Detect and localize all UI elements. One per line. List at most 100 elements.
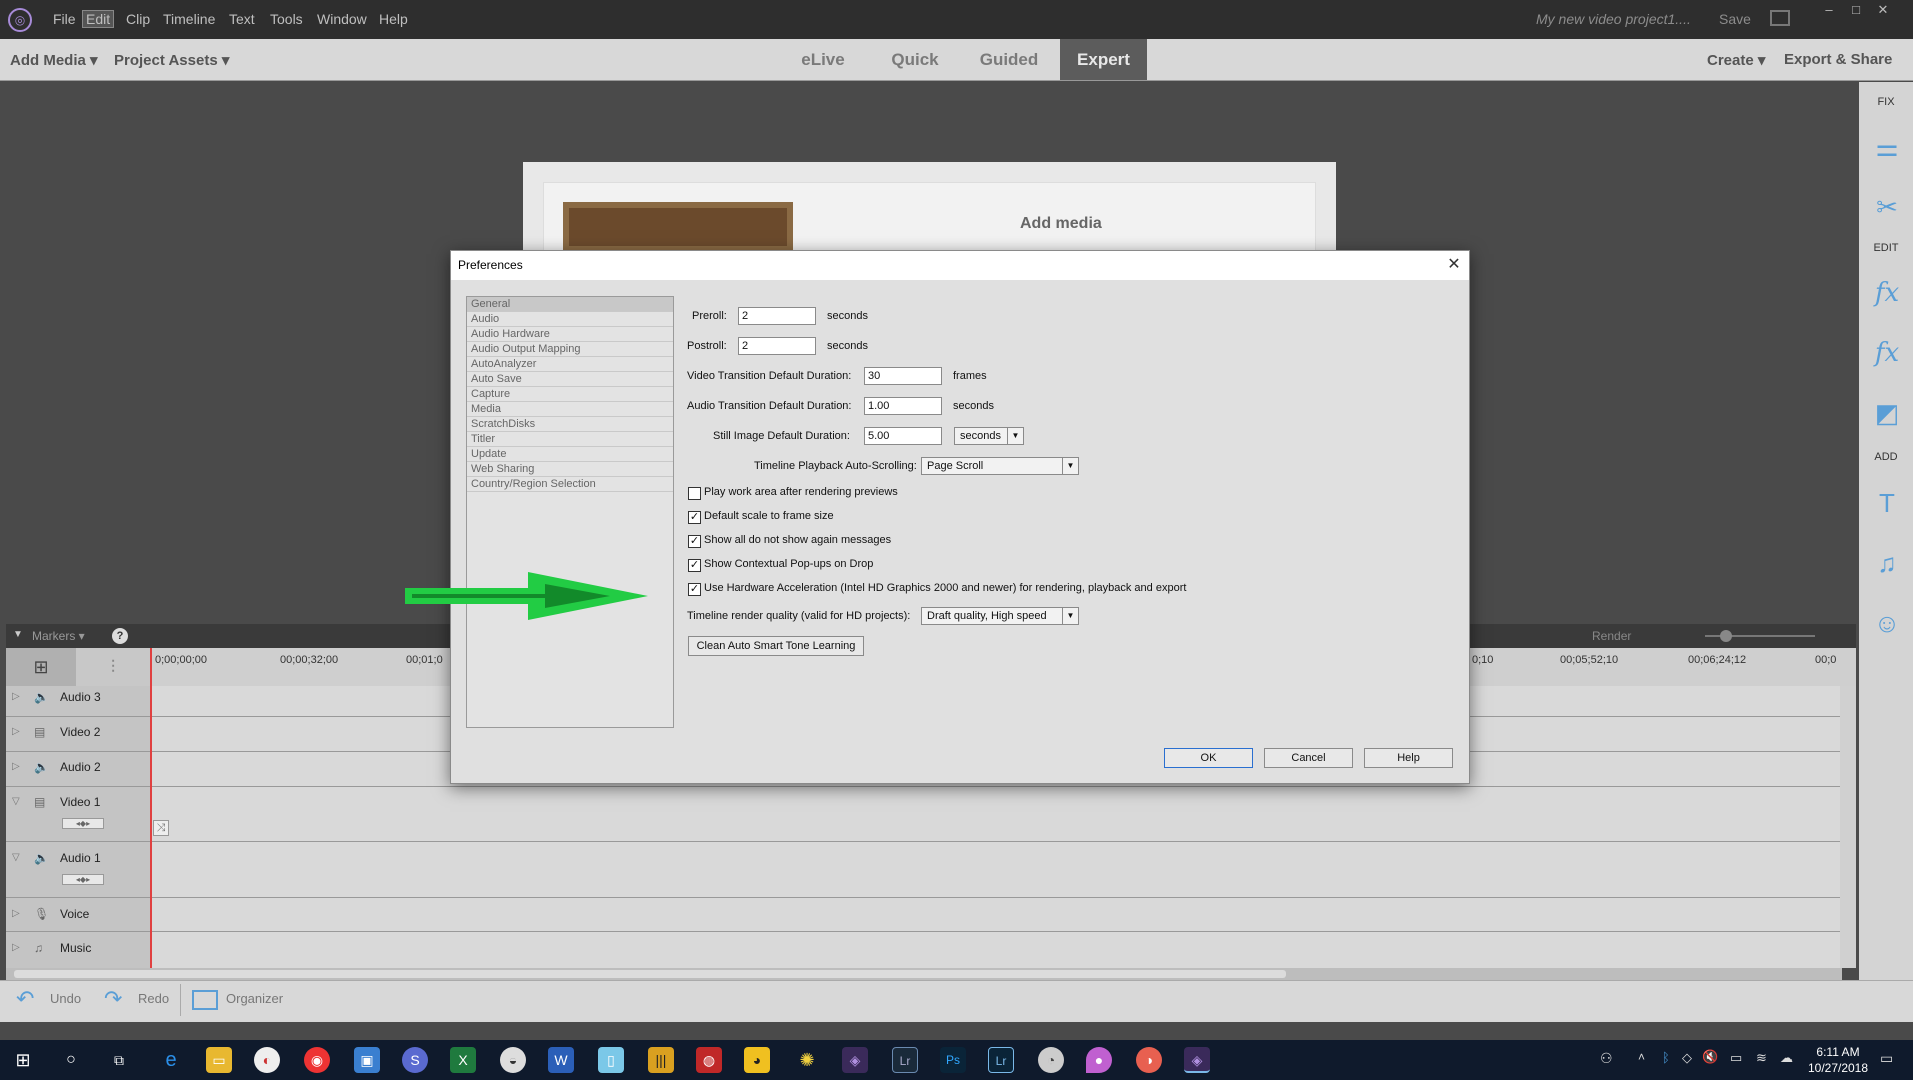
collapse-track-icon[interactable]: ▽: [12, 796, 20, 807]
checkbox-show-all-messages[interactable]: ✓: [688, 535, 701, 548]
minimize-icon[interactable]: –: [1816, 2, 1842, 18]
menu-help[interactable]: Help: [379, 11, 408, 27]
volume-muted-icon[interactable]: 🔇: [1702, 1049, 1718, 1065]
edge-icon[interactable]: e: [158, 1047, 184, 1073]
add-media-button[interactable]: Add Media ▾: [10, 51, 98, 69]
photoshop-icon[interactable]: Ps: [940, 1047, 966, 1073]
excel-icon[interactable]: X: [450, 1047, 476, 1073]
ok-button[interactable]: OK: [1164, 748, 1253, 768]
category-titler[interactable]: Titler: [467, 432, 673, 447]
category-autoanalyzer[interactable]: AutoAnalyzer: [467, 357, 673, 372]
undo-icon[interactable]: ↶: [16, 986, 34, 1012]
microphone-icon[interactable]: 🎙: [34, 907, 49, 921]
menu-file[interactable]: File: [53, 11, 76, 27]
tools-icon[interactable]: ✂: [1870, 190, 1904, 224]
close-window-icon[interactable]: ✕: [1870, 2, 1896, 18]
film-icon[interactable]: ▤: [34, 795, 45, 809]
export-share-button[interactable]: Export & Share: [1784, 51, 1892, 68]
checkbox-play-work-area[interactable]: [688, 487, 701, 500]
fullscreen-icon[interactable]: [1770, 10, 1790, 26]
word-icon[interactable]: W: [548, 1047, 574, 1073]
music-icon[interactable]: ♫: [1870, 546, 1904, 580]
app-icon[interactable]: ▯: [598, 1047, 624, 1073]
keyframe-controls[interactable]: ◂◆▸: [62, 818, 104, 829]
expand-track-icon[interactable]: ▷: [12, 942, 20, 953]
lightroom-classic-icon[interactable]: Lr: [988, 1047, 1014, 1073]
adjust-icon[interactable]: ⚌: [1870, 130, 1904, 164]
expand-track-icon[interactable]: ▷: [12, 726, 20, 737]
app-icon[interactable]: ◕: [744, 1047, 770, 1073]
expand-track-icon[interactable]: ▷: [12, 691, 20, 702]
category-scratchdisks[interactable]: ScratchDisks: [467, 417, 673, 432]
film-icon[interactable]: ▤: [34, 725, 45, 739]
speaker-icon[interactable]: 🔈: [34, 690, 49, 704]
file-explorer-icon[interactable]: ▭: [206, 1047, 232, 1073]
premiere-elements-active-icon[interactable]: ◈: [1184, 1047, 1210, 1073]
still-image-unit-select[interactable]: seconds ▼: [954, 427, 1024, 445]
dialog-close-icon[interactable]: ✕: [1444, 254, 1464, 274]
expand-track-icon[interactable]: ▷: [12, 761, 20, 772]
audio-waveform-icon[interactable]: ⫶: [76, 648, 150, 686]
category-media[interactable]: Media: [467, 402, 673, 417]
menu-tools[interactable]: Tools: [270, 11, 303, 27]
category-audio-hardware[interactable]: Audio Hardware: [467, 327, 673, 342]
category-audio-output-mapping[interactable]: Audio Output Mapping: [467, 342, 673, 357]
app-icon[interactable]: ◔: [1038, 1047, 1064, 1073]
cancel-button[interactable]: Cancel: [1264, 748, 1353, 768]
category-general[interactable]: General: [467, 297, 673, 312]
dialog-title-bar[interactable]: [451, 251, 1469, 280]
lightroom-icon[interactable]: Lr: [892, 1047, 918, 1073]
chrome-icon[interactable]: ◉: [304, 1047, 330, 1073]
audio-transition-input[interactable]: 1.00: [864, 397, 942, 415]
people-icon[interactable]: ⚇: [1600, 1050, 1613, 1067]
track-settings-icon[interactable]: ⊞: [6, 648, 76, 686]
redo-button[interactable]: Redo: [138, 991, 169, 1006]
autoscroll-select[interactable]: Page Scroll ▼: [921, 457, 1079, 475]
music-note-icon[interactable]: ♫: [34, 941, 43, 955]
undo-button[interactable]: Undo: [50, 991, 81, 1006]
category-country-region[interactable]: Country/Region Selection: [467, 477, 673, 492]
tab-guided[interactable]: Guided: [970, 39, 1048, 80]
app-icon[interactable]: ◑: [1136, 1047, 1162, 1073]
redo-icon[interactable]: ↷: [104, 986, 122, 1012]
app-icon[interactable]: S: [402, 1047, 428, 1073]
video-transition-input[interactable]: 30: [864, 367, 942, 385]
dropbox-icon[interactable]: ◇: [1682, 1050, 1692, 1066]
maximize-icon[interactable]: □: [1843, 2, 1869, 18]
category-update[interactable]: Update: [467, 447, 673, 462]
graphics-icon[interactable]: ☺: [1870, 606, 1904, 640]
checkbox-default-scale[interactable]: ✓: [688, 511, 701, 524]
tab-elive[interactable]: eLive: [785, 39, 861, 80]
preroll-input[interactable]: 2: [738, 307, 816, 325]
premiere-elements-icon[interactable]: ◈: [842, 1047, 868, 1073]
collapse-track-icon[interactable]: ▽: [12, 852, 20, 863]
battery-icon[interactable]: ▭: [1730, 1050, 1742, 1066]
speaker-icon[interactable]: 🔈: [34, 760, 49, 774]
expand-track-icon[interactable]: ▷: [12, 908, 20, 919]
search-icon[interactable]: ○: [58, 1047, 84, 1073]
clean-smart-tone-button[interactable]: Clean Auto Smart Tone Learning: [688, 636, 864, 656]
notifications-icon[interactable]: ▭: [1880, 1050, 1893, 1067]
timeline-vertical-scrollbar[interactable]: [1840, 686, 1856, 968]
onedrive-icon[interactable]: ☁: [1780, 1050, 1793, 1066]
clip-placeholder-icon[interactable]: ⤨: [153, 820, 169, 836]
menu-text[interactable]: Text: [229, 11, 255, 27]
transitions-icon[interactable]: ◩: [1870, 396, 1904, 430]
keyframe-controls[interactable]: ◂◆▸: [62, 874, 104, 885]
render-quality-select[interactable]: Draft quality, High speed ▼: [921, 607, 1079, 625]
wifi-icon[interactable]: ≋: [1756, 1050, 1767, 1066]
bluetooth-icon[interactable]: ᛒ: [1662, 1050, 1670, 1065]
system-clock[interactable]: 6:11 AM 10/27/2018: [1802, 1044, 1874, 1076]
app-icon[interactable]: |||: [648, 1047, 674, 1073]
effects-icon[interactable]: fx: [1870, 336, 1904, 370]
checkbox-hardware-acceleration[interactable]: ✓: [688, 583, 701, 596]
save-button[interactable]: Save: [1719, 11, 1751, 27]
zoom-slider-handle[interactable]: [1720, 630, 1732, 642]
markers-button[interactable]: Markers ▾: [32, 629, 85, 643]
menu-timeline[interactable]: Timeline: [163, 11, 215, 27]
organizer-button[interactable]: Organizer: [226, 991, 283, 1006]
fx-applied-icon[interactable]: fx: [1870, 276, 1904, 310]
category-audio[interactable]: Audio: [467, 312, 673, 327]
create-button[interactable]: Create ▾: [1707, 51, 1765, 69]
menu-window[interactable]: Window: [317, 11, 367, 27]
